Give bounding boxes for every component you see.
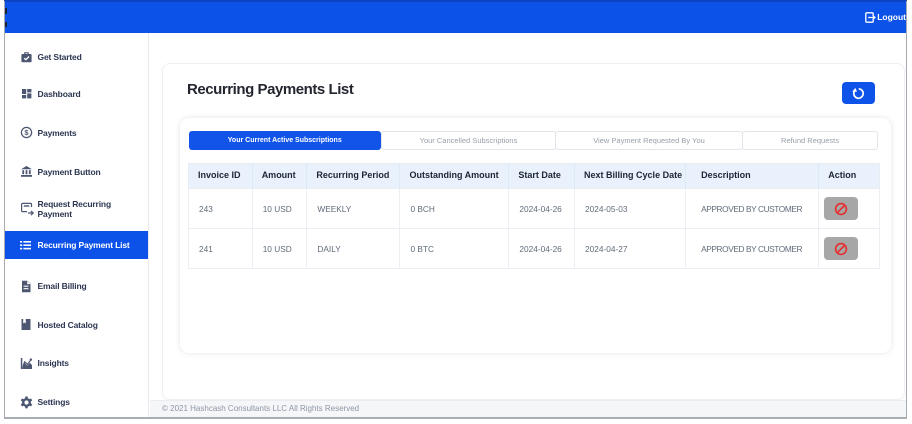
svg-text:$: $	[24, 128, 29, 137]
